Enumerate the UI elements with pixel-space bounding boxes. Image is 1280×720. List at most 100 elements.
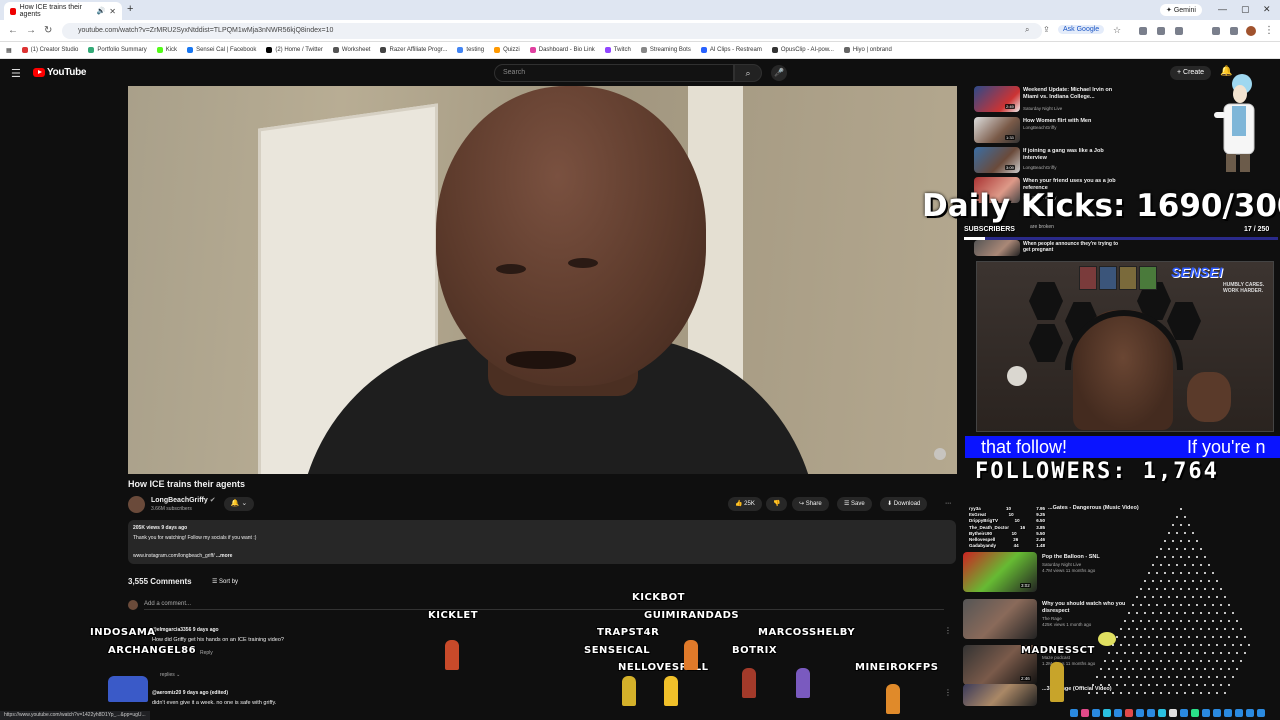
tray-icon[interactable] xyxy=(1147,709,1155,717)
tray-icon[interactable] xyxy=(1257,709,1265,717)
tray-icon[interactable] xyxy=(1125,709,1133,717)
bookmark-item[interactable]: (1) Creator Studio xyxy=(21,47,78,53)
search-icon[interactable]: ⌕ xyxy=(734,64,762,82)
bookmark-item[interactable]: Twitch xyxy=(604,47,631,53)
browser-menu-icon[interactable]: ⋮ xyxy=(1264,25,1274,36)
tray-icon[interactable] xyxy=(1180,709,1188,717)
tray-icon[interactable] xyxy=(1202,709,1210,717)
view-replies-button[interactable]: replies ⌄ xyxy=(160,672,180,678)
tray-icon[interactable] xyxy=(1169,709,1177,717)
channel-avatar[interactable] xyxy=(128,496,145,513)
close-tab-icon[interactable]: ✕ xyxy=(109,7,116,16)
reply-button[interactable]: Reply xyxy=(200,650,213,656)
recommended-video[interactable]: 1:33 How Women flirt with Men LongBeachG… xyxy=(974,117,1124,145)
bookmark-item[interactable]: Streaming Bots xyxy=(640,47,691,53)
save-button[interactable]: ☰ Save xyxy=(837,497,872,511)
video-channel[interactable]: Saturday Night Live xyxy=(1023,106,1062,111)
gemini-button[interactable]: ✦ Gemini xyxy=(1160,4,1202,16)
apps-grid-icon[interactable]: ▦ xyxy=(6,47,12,54)
reload-icon[interactable]: ↻ xyxy=(44,25,52,36)
bookmark-item[interactable]: Dashboard - Bio Link xyxy=(529,47,595,53)
tray-icon[interactable] xyxy=(1070,709,1078,717)
bookmark-item[interactable]: (2) Home / Twitter xyxy=(266,47,323,53)
comment-menu-icon[interactable]: ⋮ xyxy=(944,626,952,635)
video-title[interactable]: If joining a gang was like a Job intervi… xyxy=(1023,148,1123,162)
video-channel[interactable]: LongBeachGriffy xyxy=(1023,165,1056,170)
video-player[interactable] xyxy=(128,86,957,474)
tray-icon[interactable] xyxy=(1224,709,1232,717)
ask-google-button[interactable]: Ask Google xyxy=(1058,25,1105,34)
share-button[interactable]: ↪ Share xyxy=(792,497,829,511)
more-actions-icon[interactable]: ⋯ xyxy=(938,497,958,511)
create-button[interactable]: + Create xyxy=(1170,66,1212,80)
like-button[interactable]: 👍 25K xyxy=(728,497,762,511)
comment-author[interactable]: @elmgarcia3356 9 days ago xyxy=(152,627,219,633)
video-channel[interactable]: LongBeachGriffy xyxy=(1023,125,1056,130)
youtube-wordmark[interactable]: YouTube xyxy=(47,67,87,78)
bookmark-item[interactable]: Sensei Cal | Facebook xyxy=(187,47,256,53)
video-title[interactable]: How Women flirt with Men xyxy=(1023,118,1123,125)
maximize-icon[interactable]: ▢ xyxy=(1241,4,1250,15)
bookmark-star-icon[interactable]: ☆ xyxy=(1113,25,1121,36)
add-comment-input[interactable]: Add a comment... xyxy=(144,601,944,610)
pattern-dot xyxy=(1136,644,1138,646)
download-button[interactable]: ⬇ Download xyxy=(880,497,928,511)
bookmark-item[interactable]: AI Clips - Restream xyxy=(700,47,762,53)
video-thumbnail[interactable] xyxy=(974,240,1020,256)
tray-icon[interactable] xyxy=(1246,709,1254,717)
video-title[interactable]: When people announce they're trying to g… xyxy=(1023,241,1123,253)
video-thumbnail[interactable] xyxy=(963,599,1037,639)
bookmark-item[interactable]: Portfolio Summary xyxy=(88,47,147,53)
extension-icon[interactable] xyxy=(1157,27,1165,35)
bookmark-item[interactable]: Kick xyxy=(156,47,177,53)
downloads-icon[interactable] xyxy=(1230,27,1238,35)
bookmark-item[interactable]: Razer Affiliate Progr... xyxy=(380,47,447,53)
recommended-video[interactable]: 2:49 Weekend Update: Michael Irvin on Mi… xyxy=(974,86,1124,114)
subscribed-bell-button[interactable]: 🔔 ⌄ xyxy=(224,497,254,511)
extensions-puzzle-icon[interactable] xyxy=(1175,27,1183,35)
speaker-icon[interactable]: 🔊 xyxy=(97,7,106,15)
tray-icon[interactable] xyxy=(1081,709,1089,717)
dislike-button[interactable]: 👎 xyxy=(766,497,788,511)
description-link[interactable]: www.instagram.com/longbeach_griff/ ...mo… xyxy=(133,553,232,559)
bookmark-item[interactable]: OpusClip - AI-pow... xyxy=(771,47,834,53)
sort-comments-button[interactable]: ☰ Sort by xyxy=(212,578,238,585)
comment-menu-icon[interactable]: ⋮ xyxy=(944,688,952,697)
sidepanel-icon[interactable] xyxy=(1212,27,1220,35)
back-icon[interactable]: ← xyxy=(8,25,18,36)
hamburger-menu-icon[interactable]: ☰ xyxy=(11,67,21,80)
recommended-video[interactable]: When people announce they're trying to g… xyxy=(974,240,1124,258)
browser-tab[interactable]: How ICE trains their agents 🔊 ✕ xyxy=(4,2,122,20)
tray-icon[interactable] xyxy=(1103,709,1111,717)
recommended-video[interactable]: 3:09 If joining a gang was like a Job in… xyxy=(974,147,1124,175)
tray-icon[interactable] xyxy=(1213,709,1221,717)
extension-icon[interactable] xyxy=(1139,27,1147,35)
video-thumbnail[interactable] xyxy=(963,684,1037,706)
bookmark-item[interactable]: Hiyo | onbrand xyxy=(843,47,892,53)
tray-icon[interactable] xyxy=(1235,709,1243,717)
profile-avatar[interactable] xyxy=(1246,26,1256,36)
youtube-logo-icon[interactable] xyxy=(33,68,45,77)
bookmark-item[interactable]: testing xyxy=(457,47,484,53)
more-link[interactable]: ...more xyxy=(216,553,232,559)
description-box[interactable] xyxy=(128,520,956,564)
tray-icon[interactable] xyxy=(1136,709,1144,717)
video-title[interactable]: Weekend Update: Michael Irvin on Miami v… xyxy=(1023,87,1123,101)
tray-icon[interactable] xyxy=(1092,709,1100,717)
channel-name[interactable]: LongBeachGriffy ✔ xyxy=(151,496,216,504)
tray-icon[interactable] xyxy=(1114,709,1122,717)
microphone-icon[interactable]: 🎤 xyxy=(771,65,787,81)
bookmark-item[interactable]: Quizzi xyxy=(494,47,520,53)
tray-icon[interactable] xyxy=(1158,709,1166,717)
search-input[interactable]: Search xyxy=(494,64,734,82)
close-window-icon[interactable]: ✕ xyxy=(1263,4,1271,15)
tray-icon[interactable] xyxy=(1191,709,1199,717)
forward-icon[interactable]: → xyxy=(26,25,36,36)
minimize-icon[interactable]: — xyxy=(1218,4,1227,14)
zoom-icon[interactable]: ⌕ xyxy=(1025,25,1029,35)
bookmark-item[interactable]: Worksheet xyxy=(332,47,370,53)
new-tab-icon[interactable]: + xyxy=(127,3,133,15)
url-input[interactable]: youtube.com/watch?v=ZrMRU2SyxNtddist=TLP… xyxy=(62,23,1042,39)
comment-author[interactable]: @aeromiz20 9 days ago (edited) xyxy=(152,690,228,696)
share-page-icon[interactable]: ⇪ xyxy=(1043,25,1050,34)
